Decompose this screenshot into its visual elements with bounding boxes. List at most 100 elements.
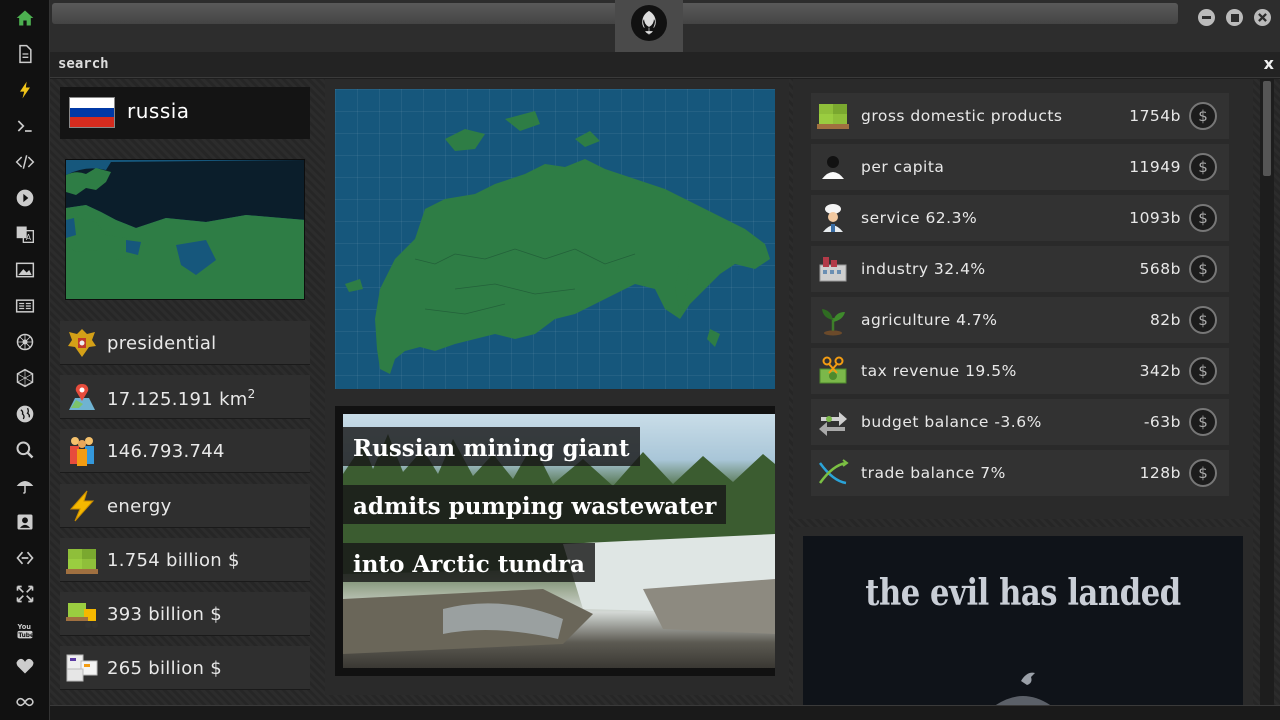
population-icon [64, 433, 100, 469]
promo-title: the evil has landed [865, 572, 1181, 614]
contact-icon[interactable] [13, 510, 37, 534]
map-pin-icon [64, 379, 100, 415]
country-minimap[interactable] [65, 159, 305, 300]
expand-icon[interactable] [13, 582, 37, 606]
resource-value: energy [107, 496, 172, 517]
code-icon[interactable] [13, 150, 37, 174]
econ-label: service 62.3% [861, 209, 978, 227]
econ-value: 1093b [1129, 209, 1181, 227]
country-panel: russia presidential 17.125.191 km2 146.7… [53, 79, 321, 705]
news-headline-line-3: into Arctic tundra [343, 543, 595, 582]
country-map[interactable] [335, 89, 775, 389]
dollar-icon[interactable]: $ [1189, 357, 1217, 385]
title-bar [50, 0, 1280, 52]
minimize-button[interactable] [1198, 9, 1215, 26]
person-icon [815, 150, 851, 184]
gdp-value: 1.754 billion $ [107, 550, 240, 571]
main-content: russia presidential 17.125.191 km2 146.7… [50, 79, 1280, 705]
scrollbar[interactable] [1260, 79, 1274, 705]
heart-icon[interactable] [13, 654, 37, 678]
econ-value: -63b [1143, 413, 1181, 431]
dollar-icon[interactable]: $ [1189, 459, 1217, 487]
home-icon[interactable] [13, 6, 37, 30]
money-pallet-icon [815, 99, 851, 133]
area-value: 17.125.191 km2 [107, 387, 256, 410]
close-window-button[interactable] [1254, 9, 1271, 26]
search-icon[interactable] [13, 438, 37, 462]
econ-row-per-capita[interactable]: per capita 11949 $ [811, 144, 1229, 190]
sidebar: A You Tube [0, 0, 50, 720]
econ-row-gdp[interactable]: gross domestic products 1754b $ [811, 93, 1229, 139]
hexagon-icon[interactable] [13, 366, 37, 390]
econ-row-tax-revenue[interactable]: tax revenue 19.5% 342b $ [811, 348, 1229, 394]
econ-value: 82b [1149, 311, 1181, 329]
globe-icon[interactable] [13, 402, 37, 426]
scrollbar-thumb[interactable] [1263, 81, 1271, 176]
infinity-icon[interactable] [13, 690, 37, 714]
balance-arrows-icon [815, 405, 851, 439]
news-image: Russian mining giant admits pumping wast… [343, 414, 775, 668]
news-icon[interactable] [13, 294, 37, 318]
promo-banner[interactable]: the evil has landed [803, 536, 1243, 705]
coat-of-arms-icon [64, 325, 100, 361]
forklift-icon [64, 596, 100, 632]
econ-value: 568b [1139, 260, 1181, 278]
economy-panel: gross domestic products 1754b $ per capi… [793, 79, 1253, 519]
search-bar[interactable]: search x [50, 52, 1280, 78]
area-unit-exponent: 2 [247, 387, 256, 401]
econ-label: budget balance -3.6% [861, 413, 1042, 431]
play-icon[interactable] [13, 186, 37, 210]
econ-row-agriculture[interactable]: agriculture 4.7% 82b $ [811, 297, 1229, 343]
news-headline-line-2: admits pumping wastewater [343, 485, 727, 524]
econ-label: industry 32.4% [861, 260, 986, 278]
econ-row-industry[interactable]: industry 32.4% 568b $ [811, 246, 1229, 292]
shipping-boxes-icon [64, 650, 100, 686]
econ-value: 11949 [1129, 158, 1181, 176]
area-number: 17.125.191 km [107, 389, 248, 410]
svg-text:A: A [26, 233, 32, 242]
bird-figure-icon [996, 672, 1050, 705]
government-type: presidential [107, 333, 217, 354]
econ-label: trade balance 7% [861, 464, 1006, 482]
population-row: 146.793.744 [60, 429, 310, 473]
lightning-icon[interactable] [13, 78, 37, 102]
econ-value: 1754b [1129, 107, 1181, 125]
youtube-icon[interactable]: You Tube [13, 618, 37, 642]
energy-bolt-icon [64, 488, 100, 524]
status-bar [50, 705, 1280, 720]
terminal-icon[interactable] [13, 114, 37, 138]
svg-text:You: You [17, 623, 32, 631]
search-close-button[interactable]: x [1264, 54, 1274, 73]
umbrella-icon[interactable] [13, 474, 37, 498]
factory-icon [815, 252, 851, 286]
dollar-icon[interactable]: $ [1189, 306, 1217, 334]
rebel-logo-icon [631, 5, 667, 41]
econ-row-trade-balance[interactable]: trade balance 7% 128b $ [811, 450, 1229, 496]
news-card[interactable]: Russian mining giant admits pumping wast… [335, 406, 775, 676]
settings-wheel-icon[interactable] [13, 330, 37, 354]
dollar-icon[interactable]: $ [1189, 408, 1217, 436]
search-label[interactable]: search [58, 56, 109, 72]
dollar-icon[interactable]: $ [1189, 102, 1217, 130]
map-news-panel: Russian mining giant admits pumping wast… [325, 79, 789, 695]
document-icon[interactable] [13, 42, 37, 66]
econ-label: gross domestic products [861, 107, 1063, 125]
app-logo-tab[interactable] [615, 0, 683, 52]
econ-value: 128b [1139, 464, 1181, 482]
econ-row-service[interactable]: service 62.3% 1093b $ [811, 195, 1229, 241]
government-row: presidential [60, 321, 310, 365]
exports-row: 265 billion $ [60, 646, 310, 690]
econ-row-budget-balance[interactable]: budget balance -3.6% -63b $ [811, 399, 1229, 445]
dollar-icon[interactable]: $ [1189, 153, 1217, 181]
gdp-row: 1.754 billion $ [60, 538, 310, 582]
image-icon[interactable] [13, 258, 37, 282]
industry-value: 393 billion $ [107, 604, 223, 625]
link-icon[interactable] [13, 546, 37, 570]
dollar-icon[interactable]: $ [1189, 204, 1217, 232]
dollar-icon[interactable]: $ [1189, 255, 1217, 283]
maximize-button[interactable] [1226, 9, 1243, 26]
translate-icon[interactable]: A [13, 222, 37, 246]
money-pallet-icon [64, 542, 100, 578]
econ-label: agriculture 4.7% [861, 311, 998, 329]
trade-cross-icon [815, 456, 851, 490]
